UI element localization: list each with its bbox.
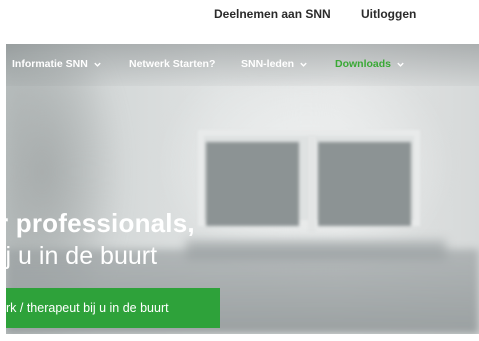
main-nav: Informatie SNN Netwerk Starten? SNN-lede… [6,44,479,86]
nav-item-label: SNN-leden [241,58,295,70]
nav-item-downloads[interactable]: Downloads [335,58,405,70]
hero-headline: r professionals, [6,208,195,238]
nav-item-label: Netwerk Starten? [129,58,216,70]
find-therapist-button[interactable]: rk / therapeut bij u in de buurt [6,288,220,328]
join-snn-link[interactable]: Deelnemen aan SNN [214,7,331,21]
chevron-down-icon [93,60,102,69]
nav-item-netwerk-starten[interactable]: Netwerk Starten? [129,58,215,70]
background-window-pane [318,142,411,226]
nav-item-label: Downloads [335,58,392,70]
cta-label: rk / therapeut bij u in de buurt [6,301,169,315]
logout-link[interactable]: Uitloggen [361,7,416,21]
background-window-bar [308,136,316,232]
nav-item-label: Informatie SNN [12,58,88,70]
hero-subline: ij u in de buurt [6,242,158,270]
top-bar: Deelnemen aan SNN Uitloggen [0,0,479,44]
nav-item-informatie-snn[interactable]: Informatie SNN [12,58,102,70]
chevron-down-icon [299,60,308,69]
background-window-pane [206,142,299,226]
chevron-down-icon [396,60,405,69]
nav-item-snn-leden[interactable]: SNN-leden [241,58,308,70]
hero-banner: Informatie SNN Netwerk Starten? SNN-lede… [6,44,479,334]
